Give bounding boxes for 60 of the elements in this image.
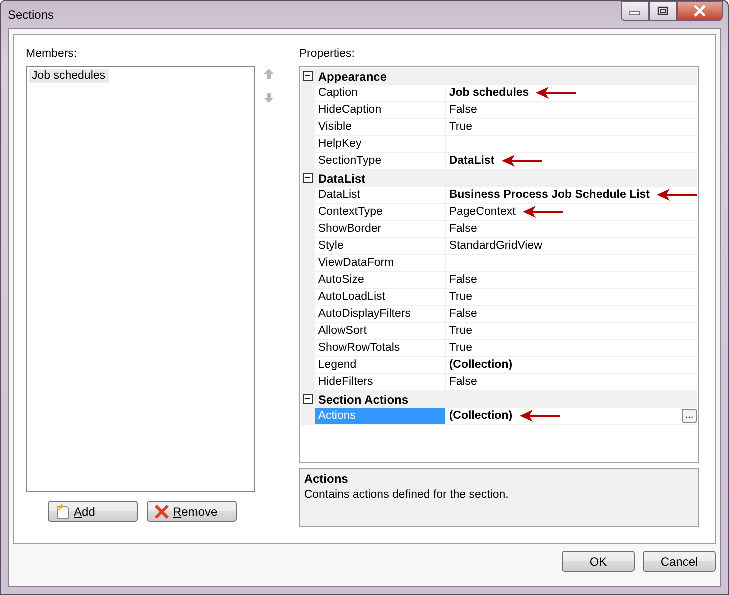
property-value[interactable]: Job schedules [449,87,530,99]
property-name[interactable]: AutoSize [315,272,446,289]
property-value[interactable]: (Collection) [449,410,513,422]
property-name[interactable]: Legend [315,357,446,374]
properties-label: Properties: [299,48,356,62]
property-name[interactable]: AutoLoadList [315,289,446,306]
arrow-icon [522,206,563,218]
property-name[interactable]: ViewDataForm [315,255,446,272]
arrow-icon [536,87,576,99]
property-value[interactable]: False [449,308,478,320]
property-value[interactable]: True [449,291,473,303]
property-value[interactable]: True [449,342,473,354]
property-name[interactable]: Visible [315,119,446,136]
property-value[interactable]: Business Process Job Schedule List [449,189,650,201]
property-value[interactable]: DataList [449,155,495,167]
minimize-button[interactable] [621,1,649,21]
collapse-icon[interactable] [303,71,314,82]
list-item[interactable]: Job schedules [29,69,109,83]
property-value[interactable]: True [449,121,473,133]
property-name[interactable]: ShowBorder [315,221,446,238]
members-label: Members: [26,48,78,62]
description-title: Actions [304,472,348,486]
property-name[interactable]: ShowRowTotals [315,340,446,357]
property-name[interactable]: Caption [315,85,446,102]
remove-button[interactable]: Remove [147,501,237,522]
dialog-button[interactable]: Cancel [643,551,716,572]
property-name[interactable]: HideCaption [315,102,446,119]
property-value[interactable]: False [449,376,478,388]
cross-icon [154,504,170,520]
ellipsis-button[interactable]: ... [682,409,697,423]
close-icon [693,5,707,17]
collapse-icon[interactable] [303,173,314,184]
arrow-icon [657,189,697,201]
window-title: Sections [8,8,54,22]
arrow-icon [502,155,542,167]
category-header: DataList [318,172,366,186]
arrow-icon [520,410,560,422]
property-value[interactable]: StandardGridView [449,240,542,252]
dialog-button[interactable]: OK [562,551,635,572]
property-name[interactable]: AutoDisplayFilters [315,306,446,323]
collapse-icon[interactable] [303,394,314,405]
property-name[interactable]: HelpKey [315,136,446,153]
close-button[interactable] [677,1,723,21]
description-text: Contains actions defined for the section. [304,489,509,501]
category-header: Section Actions [318,392,409,406]
property-name[interactable]: ContextType [315,204,446,221]
property-value[interactable]: False [449,223,478,235]
add-button[interactable]: Add [48,501,138,522]
property-name[interactable]: AllowSort [315,323,446,340]
property-value[interactable]: True [449,325,473,337]
property-value[interactable]: PageContext [449,206,516,218]
property-name[interactable]: Style [315,238,446,255]
property-value[interactable]: (Collection) [449,359,513,371]
maximize-icon [657,6,669,16]
property-value[interactable]: False [449,274,478,286]
new-document-icon [55,504,71,520]
property-name[interactable]: DataList [315,187,446,204]
maximize-button[interactable] [649,1,677,21]
category-header: Appearance [318,70,388,84]
property-value[interactable]: False [449,104,478,116]
